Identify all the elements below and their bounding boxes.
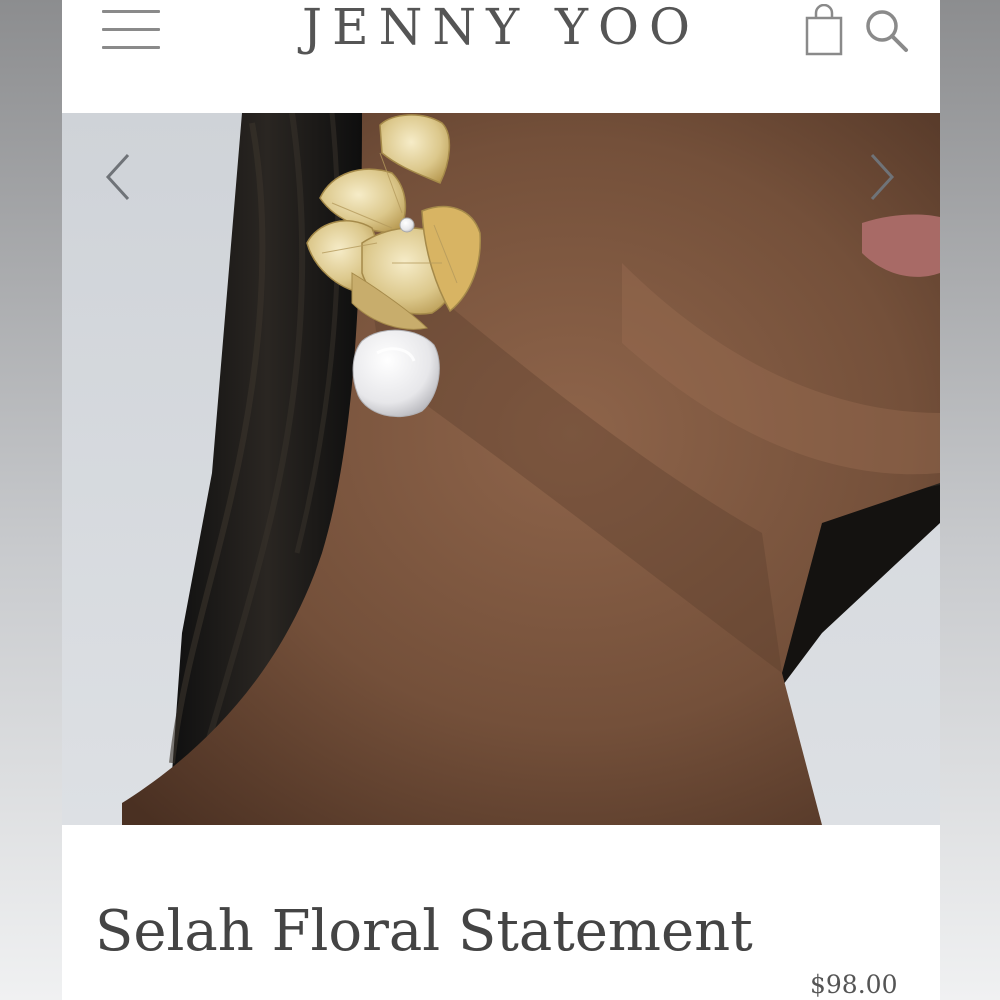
product-page: JENNY YOO Selah Floral Statement $98.00: [62, 0, 940, 1000]
product-price: $98.00: [810, 970, 898, 999]
chevron-right-icon[interactable]: [862, 151, 902, 203]
search-icon[interactable]: [862, 6, 912, 56]
shopping-bag-icon[interactable]: [804, 3, 844, 56]
chevron-left-icon[interactable]: [100, 151, 140, 203]
product-title: Selah Floral Statement: [95, 899, 753, 964]
right-backdrop: [940, 0, 1000, 1000]
left-backdrop: [0, 0, 62, 1000]
site-header: JENNY YOO: [62, 0, 940, 113]
product-image: [62, 113, 940, 825]
